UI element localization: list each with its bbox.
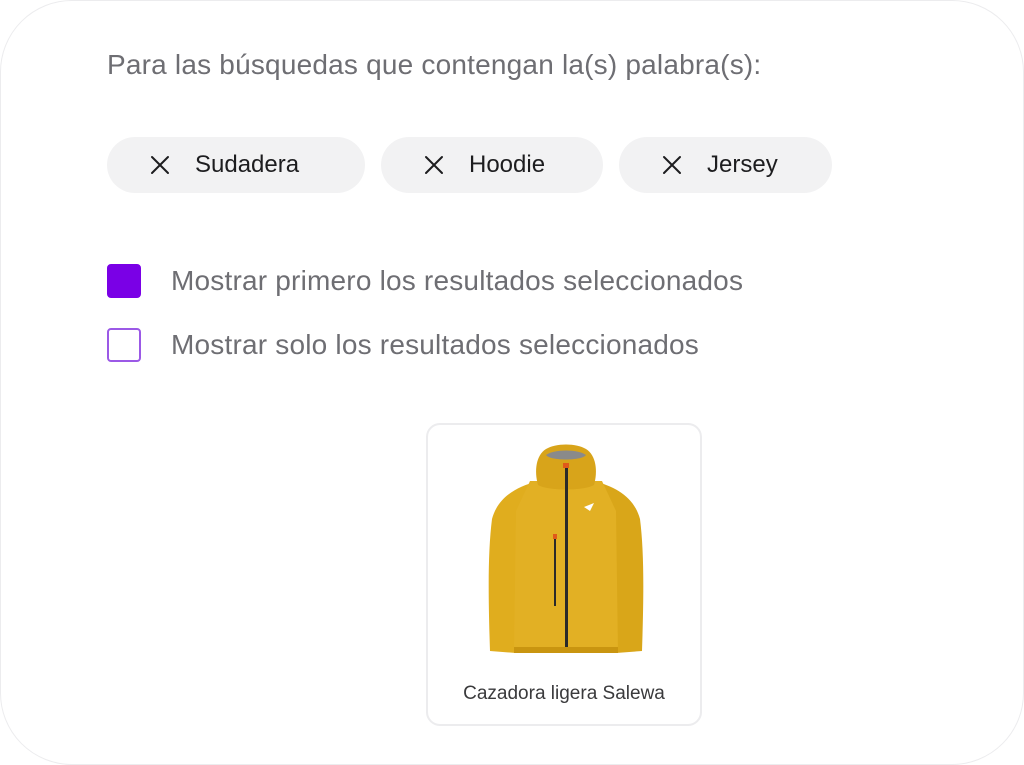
keyword-chip-label: Hoodie bbox=[469, 151, 546, 178]
show-selected-first-checkbox[interactable] bbox=[107, 264, 141, 298]
show-only-selected-checkbox[interactable] bbox=[107, 328, 141, 362]
option-show-selected-first[interactable]: Mostrar primero los resultados seleccion… bbox=[107, 264, 743, 298]
keyword-chip-label: Sudadera bbox=[195, 151, 300, 178]
keyword-chip-sudadera[interactable]: Sudadera bbox=[107, 137, 365, 193]
option-label: Mostrar solo los resultados seleccionado… bbox=[171, 329, 700, 360]
keyword-chip-label: Jersey bbox=[707, 151, 778, 178]
settings-card: Para las búsquedas que contengan la(s) p… bbox=[0, 0, 1024, 765]
keyword-chip-jersey[interactable]: Jersey bbox=[619, 137, 832, 193]
close-icon[interactable] bbox=[424, 155, 444, 175]
option-show-only-selected[interactable]: Mostrar solo los resultados seleccionado… bbox=[107, 328, 699, 362]
option-label: Mostrar primero los resultados seleccion… bbox=[171, 265, 744, 296]
keywords-heading: Para las búsquedas que contengan la(s) p… bbox=[107, 49, 762, 80]
product-name: Cazadora ligera Salewa bbox=[463, 683, 665, 704]
keyword-chip-hoodie[interactable]: Hoodie bbox=[381, 137, 603, 193]
close-icon[interactable] bbox=[150, 155, 170, 175]
product-card[interactable]: Cazadora ligera Salewa bbox=[426, 423, 702, 726]
yellow-jacket-image bbox=[488, 444, 644, 653]
close-icon[interactable] bbox=[662, 155, 682, 175]
